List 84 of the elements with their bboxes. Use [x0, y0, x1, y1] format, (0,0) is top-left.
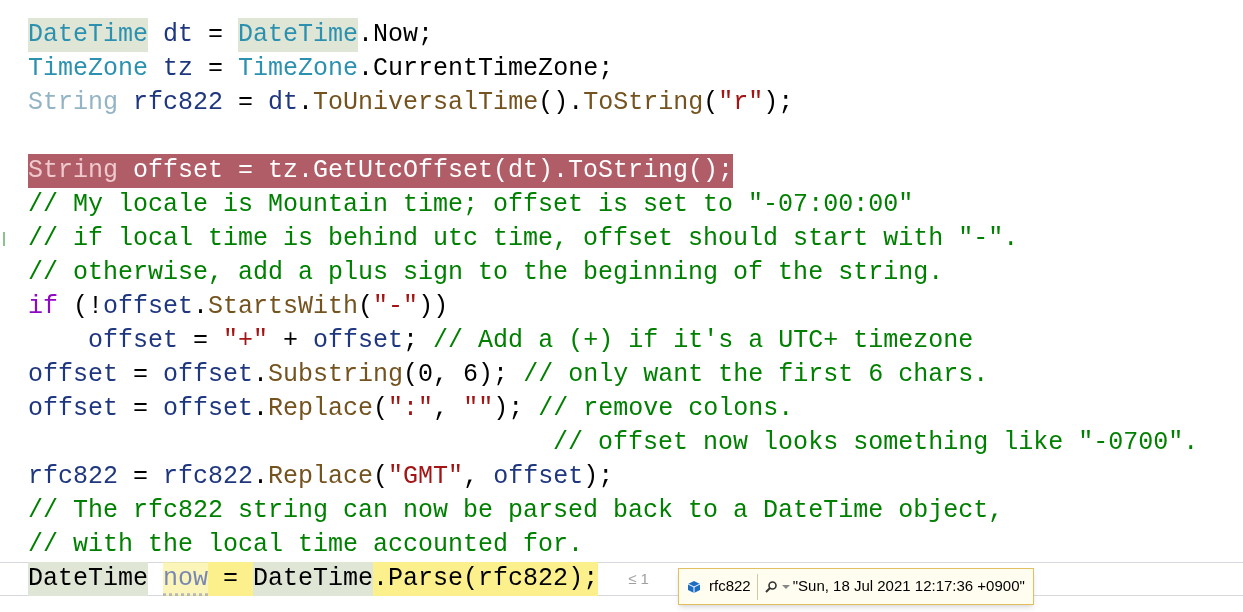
code-comment: // The rfc822 string can now be parsed back to a DateTime object, — [28, 495, 1004, 527]
variable-name: offset — [87, 325, 179, 357]
code-comment: // Add a (+) if it's a UTC+ timezone — [433, 325, 974, 357]
type-name: DateTime — [253, 562, 374, 596]
variable-name: dt — [162, 19, 194, 51]
code-comment: // if local time is behind utc time, offset should start with "-". — [28, 223, 1019, 255]
code-token: . — [253, 393, 269, 425]
string-literal: "GMT" — [388, 461, 464, 493]
type-name: String — [28, 87, 118, 119]
code-token: , — [433, 393, 450, 425]
code-token: (! — [72, 291, 104, 323]
variable-name: offset — [28, 393, 118, 425]
code-comment: // otherwise, add a plus sign to the beginning of the string. — [28, 257, 944, 289]
code-token: ( — [373, 461, 389, 493]
variable-name: tz — [162, 53, 194, 85]
code-token: = — [132, 393, 150, 425]
variable-name: rfc822 — [132, 87, 224, 119]
string-literal: ":" — [388, 393, 434, 425]
variable-name: offset — [163, 359, 254, 391]
type-name: String — [28, 155, 118, 187]
string-literal: "" — [463, 393, 494, 425]
variable-name: offset — [313, 325, 404, 357]
variable-name: offset — [163, 393, 254, 425]
code-comment: // My locale is Mountain time; offset is set to "-07:00:00" — [28, 189, 914, 221]
code-token: ( — [703, 87, 719, 119]
code-token: . — [298, 87, 314, 119]
code-token: ); — [763, 87, 794, 119]
code-comment: // only want the first 6 chars. — [523, 359, 989, 391]
code-token: (). — [538, 87, 584, 119]
code-token: = — [132, 461, 150, 493]
variable-value: "Sun, 18 Jul 2021 12:17:36 +0900" — [792, 576, 1025, 597]
code-token: = — [207, 19, 225, 51]
code-token: .CurrentTimeZone; — [358, 53, 614, 85]
code-token: ( — [373, 393, 389, 425]
variable-name: now — [163, 562, 209, 596]
type-name: DateTime — [28, 18, 149, 52]
variable-name: offset — [493, 461, 584, 493]
code-token: .Now; — [358, 19, 434, 51]
type-name: TimeZone — [28, 53, 149, 85]
caret-icon[interactable] — [781, 583, 790, 590]
cube-icon — [687, 579, 701, 594]
code-token: ( — [358, 291, 374, 323]
method-name: Substring — [268, 359, 404, 391]
code-token: .Parse(rfc822); — [373, 562, 599, 596]
method-name: Replace — [268, 393, 374, 425]
code-token: = — [208, 562, 254, 596]
method-name: StartsWith — [208, 291, 359, 323]
method-name: ToUniversalTime — [313, 87, 539, 119]
variable-name: rfc822 — [163, 461, 254, 493]
code-token: = — [192, 325, 210, 357]
code-token: (0, 6); — [403, 359, 510, 391]
code-token: . — [193, 291, 209, 323]
variable-name: rfc822 — [709, 576, 751, 597]
code-token: )) — [418, 291, 449, 323]
code-comment: // offset now looks something like "-0700". — [552, 427, 1199, 459]
code-token: . — [253, 461, 269, 493]
keyword: if — [28, 291, 58, 323]
string-literal: "+" — [223, 325, 269, 357]
code-token: + — [282, 325, 300, 357]
variable-name: dt — [268, 87, 299, 119]
code-token: = — [132, 359, 150, 391]
code-comment: // with the local time accounted for. — [28, 529, 584, 561]
variable-name: offset — [103, 291, 194, 323]
method-name: ToString — [583, 87, 704, 119]
code-token: ); — [583, 461, 614, 493]
search-icon[interactable] — [763, 579, 778, 594]
code-comment: // remove colons. — [538, 393, 794, 425]
code-token: offset = tz.GetUtcOffset(dt).ToString(); — [132, 155, 734, 187]
string-literal: "-" — [373, 291, 419, 323]
type-name: DateTime — [28, 562, 149, 596]
type-name: DateTime — [238, 18, 359, 52]
type-name: TimeZone — [238, 53, 359, 85]
elapsed-hint: ≤ 1 — [628, 569, 649, 589]
code-token: ); — [493, 393, 525, 425]
string-literal: "r" — [718, 87, 764, 119]
method-name: Replace — [268, 461, 374, 493]
code-token: . — [253, 359, 269, 391]
variable-name: rfc822 — [28, 461, 118, 493]
code-token: ; — [403, 325, 420, 357]
code-token: = — [237, 87, 255, 119]
code-token: , — [463, 461, 480, 493]
change-marker — [3, 232, 5, 246]
variable-name: offset — [28, 359, 118, 391]
code-token: = — [207, 53, 225, 85]
